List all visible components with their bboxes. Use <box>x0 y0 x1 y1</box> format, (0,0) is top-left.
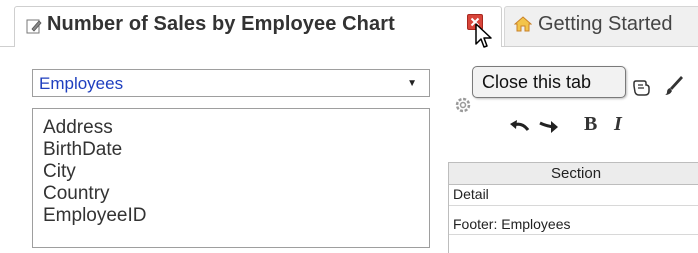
tab-getting-started-label: Getting Started <box>538 13 673 35</box>
close-tab-tooltip: Close this tab <box>472 66 626 98</box>
grid-header: Section <box>449 163 698 185</box>
italic-button[interactable]: I <box>614 113 622 136</box>
home-icon <box>514 16 532 32</box>
list-item[interactable]: Country <box>43 183 110 205</box>
undo-icon[interactable] <box>508 118 530 134</box>
table-row[interactable]: Footer: Employees <box>449 206 698 235</box>
edit-icon <box>26 19 42 34</box>
list-item[interactable]: EmployeeID <box>43 205 147 227</box>
section-column-header: Section <box>551 165 602 182</box>
tab-title: Number of Sales by Employee Chart <box>47 13 395 35</box>
section-detail: Detail <box>453 186 489 202</box>
list-item[interactable]: BirthDate <box>43 139 122 161</box>
field-list[interactable]: Address BirthDate City Country EmployeeI… <box>32 108 430 248</box>
brush-icon[interactable] <box>664 74 684 96</box>
list-item[interactable]: City <box>43 161 76 183</box>
table-select-value: Employees <box>39 74 124 93</box>
tooltip-text: Close this tab <box>482 72 592 92</box>
redo-icon[interactable] <box>538 118 560 134</box>
chevron-down-icon: ▼ <box>407 78 417 89</box>
table-row[interactable]: Detail <box>449 185 698 206</box>
section-grid: Section Detail Footer: Employees <box>448 162 698 253</box>
hand-icon[interactable] <box>630 76 652 98</box>
table-select[interactable]: Employees ▼ <box>32 69 430 97</box>
list-item[interactable]: Address <box>43 117 113 139</box>
gear-icon[interactable] <box>454 96 472 114</box>
tab-bar: Number of Sales by Employee Chart Gettin… <box>0 0 698 47</box>
bold-button[interactable]: B <box>584 113 597 136</box>
section-footer: Footer: Employees <box>453 216 571 232</box>
mouse-cursor-icon <box>475 23 492 48</box>
